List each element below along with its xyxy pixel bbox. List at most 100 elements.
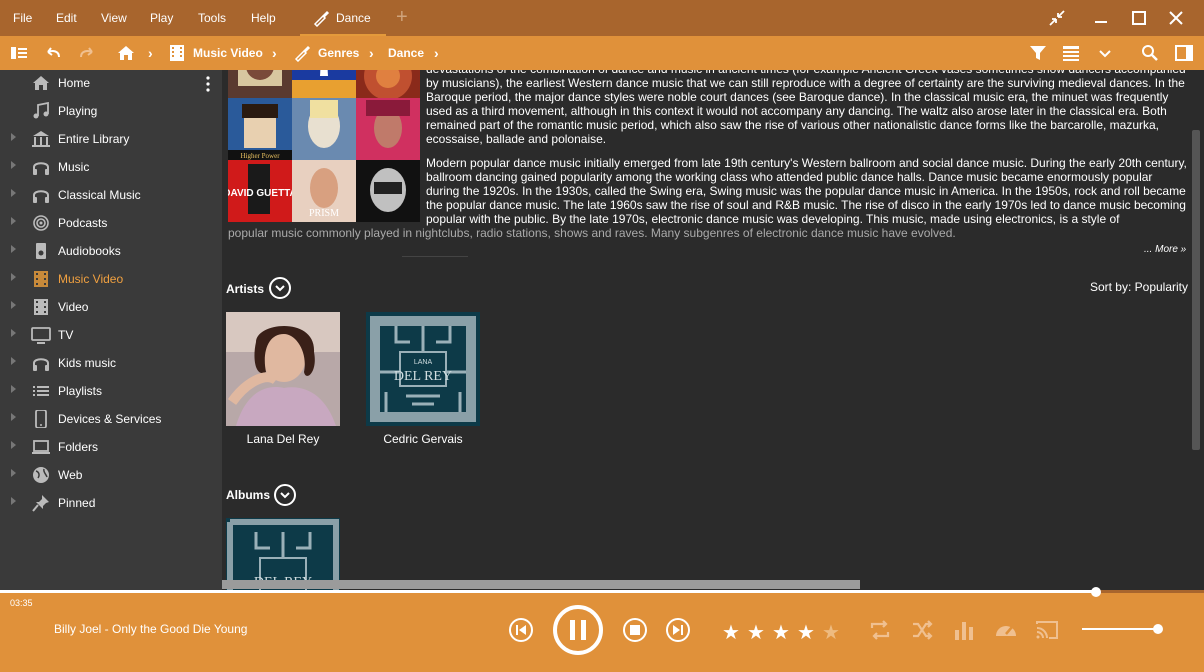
expand-arrow-icon[interactable] [11, 217, 16, 225]
svg-text:DAVID GUETTA: DAVID GUETTA [228, 188, 292, 199]
guitar-icon [294, 45, 311, 62]
headphones-icon [33, 358, 49, 371]
star-icon[interactable]: ★ [797, 620, 815, 645]
menu-edit[interactable]: Edit [56, 11, 77, 25]
next-button[interactable] [665, 617, 691, 643]
expand-arrow-icon[interactable] [11, 357, 16, 365]
sidebar-item-video[interactable]: Video [0, 294, 222, 320]
star-icon[interactable]: ★ [722, 620, 740, 645]
more-link[interactable]: ... More » [1144, 244, 1186, 255]
sidebar-item-playlists[interactable]: Playlists [0, 378, 222, 404]
menu-play[interactable]: Play [150, 11, 173, 25]
close-icon[interactable] [1167, 9, 1185, 27]
album-cover[interactable] [292, 70, 356, 98]
breadcrumb-dance[interactable]: Dance [388, 46, 424, 60]
expand-arrow-icon[interactable] [11, 245, 16, 253]
filter-icon[interactable] [1029, 44, 1047, 62]
star-icon[interactable]: ★ [772, 620, 790, 645]
seek-bar[interactable] [0, 587, 1204, 597]
search-icon[interactable] [1141, 44, 1159, 62]
home-icon[interactable] [117, 44, 135, 62]
menu-file[interactable]: File [13, 11, 32, 25]
album-cover[interactable] [356, 160, 420, 222]
artists-collapse-button[interactable] [269, 277, 291, 299]
tab-dance[interactable]: Dance [300, 0, 386, 36]
breadcrumb-music-video[interactable]: Music Video [193, 46, 263, 60]
sidebar-item-music[interactable]: Music [0, 154, 222, 180]
expand-arrow-icon[interactable] [11, 441, 16, 449]
seek-bar-handle[interactable] [1090, 587, 1101, 597]
expand-arrow-icon[interactable] [11, 413, 16, 421]
repeat-icon[interactable] [868, 618, 892, 642]
maximize-icon[interactable] [1130, 9, 1148, 27]
volume-slider[interactable] [1082, 628, 1162, 630]
breadcrumb-genres[interactable]: Genres [318, 46, 359, 60]
album-cover[interactable]: DAVID GUETTA [228, 160, 292, 222]
minimize-icon[interactable] [1092, 9, 1110, 27]
sidebar-item-pinned[interactable]: Pinned [0, 490, 222, 516]
sidebar-item-classical-music[interactable]: Classical Music [0, 182, 222, 208]
title-bar: File Edit View Play Tools Help Dance + [0, 0, 1204, 36]
sidebar-item-tv[interactable]: TV [0, 322, 222, 348]
sidebar-toggle-icon[interactable] [10, 44, 28, 62]
player-bar: 03:35 Billy Joel - Only the Good Die You… [0, 587, 1204, 672]
equalizer-icon[interactable] [952, 618, 976, 642]
artist-name[interactable]: Cedric Gervais [366, 432, 480, 446]
expand-arrow-icon[interactable] [11, 497, 16, 505]
sidebar-item-home[interactable]: Home [0, 70, 222, 96]
artist-name[interactable]: Lana Del Rey [226, 432, 340, 446]
sidebar-item-audiobooks[interactable]: Audiobooks [0, 238, 222, 264]
volume-handle[interactable] [1153, 624, 1163, 634]
expand-arrow-icon[interactable] [11, 301, 16, 309]
sidebar-item-playing[interactable]: Playing [0, 98, 222, 124]
sidebar-item-music-video[interactable]: Music Video [0, 266, 222, 292]
star-icon[interactable]: ★ [747, 620, 765, 645]
expand-arrow-icon[interactable] [11, 133, 16, 141]
sidebar-item-folders[interactable]: Folders [0, 434, 222, 460]
stop-button[interactable] [622, 617, 648, 643]
expand-arrow-icon[interactable] [11, 189, 16, 197]
sidebar-item-label: Video [58, 300, 89, 314]
sort-by-dropdown[interactable]: Sort by: Popularity [1090, 280, 1188, 294]
sidebar-item-kids-music[interactable]: Kids music [0, 350, 222, 376]
menu-view[interactable]: View [101, 11, 127, 25]
horizontal-scrollbar[interactable] [222, 580, 860, 589]
breadcrumb-separator: › [434, 45, 439, 61]
expand-arrow-icon[interactable] [11, 273, 16, 281]
view-list-icon[interactable] [1062, 44, 1080, 62]
vertical-scrollbar[interactable] [1192, 130, 1200, 450]
menu-help[interactable]: Help [251, 11, 276, 25]
albums-collapse-button[interactable] [274, 484, 296, 506]
now-playing-title[interactable]: Billy Joel - Only the Good Die Young [54, 622, 247, 636]
expand-arrow-icon[interactable] [11, 469, 16, 477]
expand-arrow-icon[interactable] [11, 161, 16, 169]
album-cover[interactable]: PRISM [292, 160, 356, 222]
expand-arrow-icon[interactable] [11, 329, 16, 337]
sidebar-item-podcasts[interactable]: Podcasts [0, 210, 222, 236]
shuffle-icon[interactable] [910, 618, 934, 642]
more-vertical-icon[interactable] [206, 76, 210, 92]
sidebar-item-web[interactable]: Web [0, 462, 222, 488]
side-panel-icon[interactable] [1175, 44, 1193, 62]
previous-button[interactable] [508, 617, 534, 643]
expand-arrow-icon[interactable] [11, 385, 16, 393]
cast-icon[interactable] [1035, 618, 1059, 642]
star-icon[interactable]: ★ [822, 620, 840, 645]
chevron-down-icon[interactable] [1096, 44, 1114, 62]
pause-button[interactable] [552, 604, 604, 656]
back-icon[interactable] [44, 44, 62, 62]
sidebar-item-entire-library[interactable]: Entire Library [0, 126, 222, 152]
album-cover[interactable] [356, 98, 420, 160]
breadcrumb-separator: › [369, 45, 374, 61]
album-cover[interactable] [356, 70, 420, 98]
album-cover[interactable] [292, 98, 356, 160]
minimize-view-icon[interactable] [1048, 9, 1066, 27]
breadcrumb-separator: › [272, 45, 277, 61]
add-tab-button[interactable]: + [396, 6, 408, 29]
sidebar-item-devices-services[interactable]: Devices & Services [0, 406, 222, 432]
album-cover[interactable]: Higher Power [228, 98, 292, 160]
menu-tools[interactable]: Tools [198, 11, 226, 25]
speed-icon[interactable] [994, 618, 1018, 642]
album-cover[interactable] [228, 70, 292, 98]
forward-icon[interactable] [78, 44, 96, 62]
